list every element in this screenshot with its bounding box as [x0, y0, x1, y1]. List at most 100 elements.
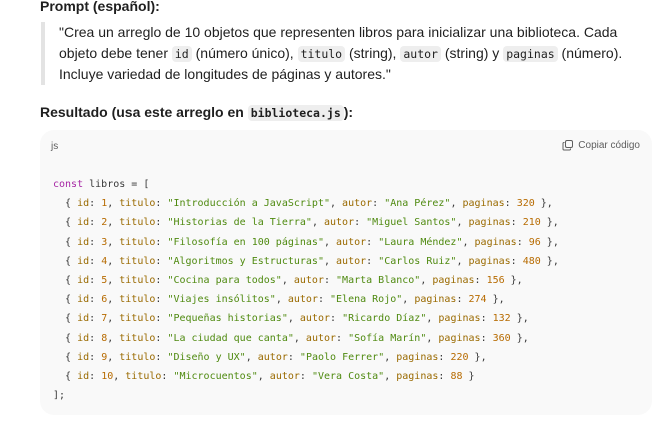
- code-prop: paginas: [462, 198, 505, 210]
- code-prop: id: [77, 275, 90, 287]
- code-prop: autor: [287, 294, 318, 306]
- code-string: "Ricardo Díaz": [342, 313, 427, 325]
- code-prop: id: [77, 255, 90, 267]
- inline-code: id: [171, 45, 192, 62]
- code-line: { id: 6, titulo: "Viajes insólitos", aut…: [53, 294, 505, 306]
- code-prop: titulo: [119, 275, 156, 287]
- code-prop: autor: [257, 351, 288, 363]
- code-prop: id: [77, 351, 90, 363]
- code-string: "Paolo Ferrer": [299, 351, 385, 363]
- result-heading-suffix: ):: [343, 104, 354, 120]
- code-string: "Algoritmos y Estructuras": [167, 255, 324, 267]
- code-number: 320: [516, 198, 535, 210]
- code-prop: titulo: [125, 371, 162, 383]
- copy-icon: [562, 139, 574, 151]
- code-prop: titulo: [119, 294, 156, 306]
- code-number: 210: [522, 217, 541, 229]
- code-line: { id: 1, titulo: "Introducción a JavaScr…: [53, 198, 553, 210]
- code-prop: autor: [293, 275, 324, 287]
- code-number: 6: [101, 294, 108, 306]
- code-line: { id: 9, titulo: "Diseño y UX", autor: "…: [53, 351, 487, 363]
- copy-code-label: Copiar código: [578, 139, 640, 151]
- code-string: "Ana Pérez": [384, 198, 451, 210]
- code-prop: titulo: [119, 255, 156, 267]
- code-prop: autor: [299, 313, 331, 325]
- code-string: "Diseño y UX": [167, 351, 246, 363]
- copy-code-button[interactable]: Copiar código: [562, 139, 640, 151]
- code-string: "Laura Méndez": [378, 236, 463, 248]
- code-number: 132: [492, 313, 511, 325]
- code-string: "Carlos Ruiz": [378, 255, 457, 267]
- code-line: ];: [53, 390, 66, 402]
- code-prop: autor: [336, 255, 367, 267]
- code-line: { id: 4, titulo: "Algoritmos y Estructur…: [53, 255, 559, 267]
- quote-text: (string) y: [440, 44, 504, 61]
- code-number: 5: [101, 275, 108, 287]
- code-number: 7: [101, 313, 108, 325]
- code-prop: id: [77, 332, 90, 344]
- code-number: 88: [450, 371, 463, 383]
- code-prop: paginas: [396, 371, 439, 383]
- code-prop: paginas: [396, 351, 439, 363]
- code-prop: id: [77, 313, 90, 325]
- code-prop: titulo: [119, 313, 156, 325]
- code-string: "Elena Rojo": [330, 294, 403, 306]
- code-number: 3: [101, 236, 108, 248]
- code-string: "Marta Blanco": [336, 275, 421, 287]
- code-block: js Copiar código const libros = [ { id: …: [40, 130, 652, 415]
- code-number: 480: [522, 255, 541, 267]
- code-line: { id: 5, titulo: "Cocina para todos", au…: [53, 275, 523, 287]
- code-number: 10: [101, 371, 114, 383]
- code-prop: autor: [323, 217, 355, 229]
- code-prop: titulo: [119, 351, 156, 363]
- prompt-heading: Prompt (español):: [40, 0, 160, 14]
- code-prop: id: [77, 294, 90, 306]
- code-prop: autor: [342, 198, 373, 210]
- inline-code: titulo: [297, 45, 346, 62]
- code-line: { id: 7, titulo: "Pequeñas historias", a…: [53, 313, 529, 325]
- code-prop: id: [77, 371, 90, 383]
- code-number: 220: [450, 351, 469, 363]
- code-prop: id: [77, 198, 90, 210]
- code-language-label: js: [51, 141, 59, 152]
- quote-text: (número único),: [191, 44, 298, 61]
- code-line: { id: 2, titulo: "Historias de la Tierra…: [53, 217, 559, 229]
- code-number: 1: [101, 198, 108, 210]
- code-keyword: const: [53, 179, 84, 190]
- code-number: 9: [101, 351, 108, 363]
- code-content: const libros = [ { id: 1, titulo: "Intro…: [53, 175, 559, 405]
- code-prop: paginas: [438, 332, 481, 344]
- code-string: "Introducción a JavaScript": [167, 198, 330, 210]
- code-prop: paginas: [468, 255, 511, 267]
- code-number: 8: [101, 332, 108, 344]
- code-string: "Pequeñas historias": [167, 313, 288, 325]
- code-prop: autor: [305, 332, 337, 344]
- code-prop: autor: [336, 236, 367, 248]
- code-prop: id: [77, 217, 90, 229]
- code-number: 2: [101, 217, 108, 229]
- code-number: 96: [528, 236, 541, 248]
- code-string: "Historias de la Tierra": [167, 217, 312, 229]
- code-prop: paginas: [438, 313, 481, 325]
- code-prop: id: [77, 236, 90, 248]
- quote-text: (string),: [345, 44, 401, 61]
- code-line: const libros = [: [53, 179, 150, 190]
- code-prop: titulo: [119, 236, 156, 248]
- code-line: { id: 3, titulo: "Filosofía en 100 págin…: [53, 236, 559, 248]
- result-heading-prefix: Resultado (usa este arreglo en: [40, 104, 248, 120]
- code-string: "La ciudad que canta": [167, 332, 294, 344]
- code-line: { id: 8, titulo: "La ciudad que canta", …: [53, 332, 529, 344]
- inline-code: paginas: [503, 45, 558, 62]
- code-prop: autor: [269, 371, 300, 383]
- code-string: "Sofía Marín": [348, 332, 427, 344]
- code-number: 274: [468, 294, 487, 306]
- code-number: 4: [101, 255, 108, 267]
- code-prop: paginas: [432, 275, 475, 287]
- code-prop: paginas: [474, 236, 517, 248]
- code-string: "Miguel Santos": [366, 217, 457, 229]
- code-prop: paginas: [414, 294, 457, 306]
- code-number: 360: [492, 332, 511, 344]
- code-prop: titulo: [119, 217, 156, 229]
- code-string: "Microcuentos": [173, 371, 258, 383]
- code-line: { id: 10, titulo: "Microcuentos", autor:…: [53, 371, 475, 383]
